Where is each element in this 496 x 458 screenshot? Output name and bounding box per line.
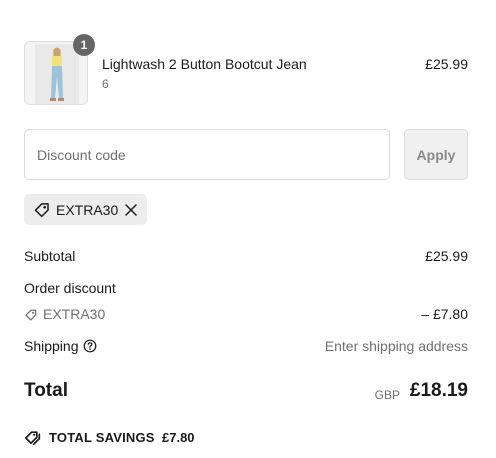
total-savings: TOTAL SAVINGS £7.80 [24, 429, 324, 447]
order-discount-value: – £7.80 [421, 306, 468, 322]
total-savings-value: £7.80 [162, 430, 195, 445]
remove-discount-icon[interactable] [124, 203, 138, 217]
help-icon[interactable] [83, 339, 97, 353]
subtotal-value: £25.99 [425, 248, 468, 264]
applied-discount-code: EXTRA30 [56, 202, 119, 218]
product-variant: 6 [102, 77, 109, 91]
tag-icon [25, 309, 37, 321]
total-label: Total [24, 380, 68, 401]
shipping-row: Shipping Enter shipping address [24, 338, 468, 356]
product-name: Lightwash 2 Button Bootcut Jean [102, 56, 307, 72]
applied-discount-chip: EXTRA30 [24, 194, 147, 225]
discount-code-input[interactable] [24, 129, 390, 180]
shipping-value: Enter shipping address [324, 338, 468, 354]
subtotal-label: Subtotal [24, 248, 76, 264]
line-item: 1 Lightwash 2 Button Bootcut Jean 6 £25.… [24, 34, 468, 105]
shipping-label: Shipping [24, 338, 79, 354]
total-savings-label: TOTAL SAVINGS [49, 430, 155, 445]
order-discount-label: Order discount [24, 280, 116, 296]
product-price: £25.99 [425, 56, 468, 72]
quantity-badge: 1 [73, 34, 95, 56]
order-discount-code: EXTRA30 [43, 306, 106, 322]
currency-code: GBP [374, 388, 400, 402]
tag-icon [34, 203, 49, 218]
order-summary: 1 Lightwash 2 Button Bootcut Jean 6 £25.… [24, 0, 468, 458]
order-discount-row: Order discount [24, 280, 468, 298]
subtotal-row: Subtotal £25.99 [24, 248, 468, 266]
tags-icon [24, 431, 41, 446]
total-row: Total GBP £18.19 [24, 380, 468, 406]
total-value: £18.19 [409, 380, 468, 401]
order-discount-code-row: EXTRA30 – £7.80 [24, 306, 468, 324]
apply-button[interactable]: Apply [404, 129, 468, 180]
